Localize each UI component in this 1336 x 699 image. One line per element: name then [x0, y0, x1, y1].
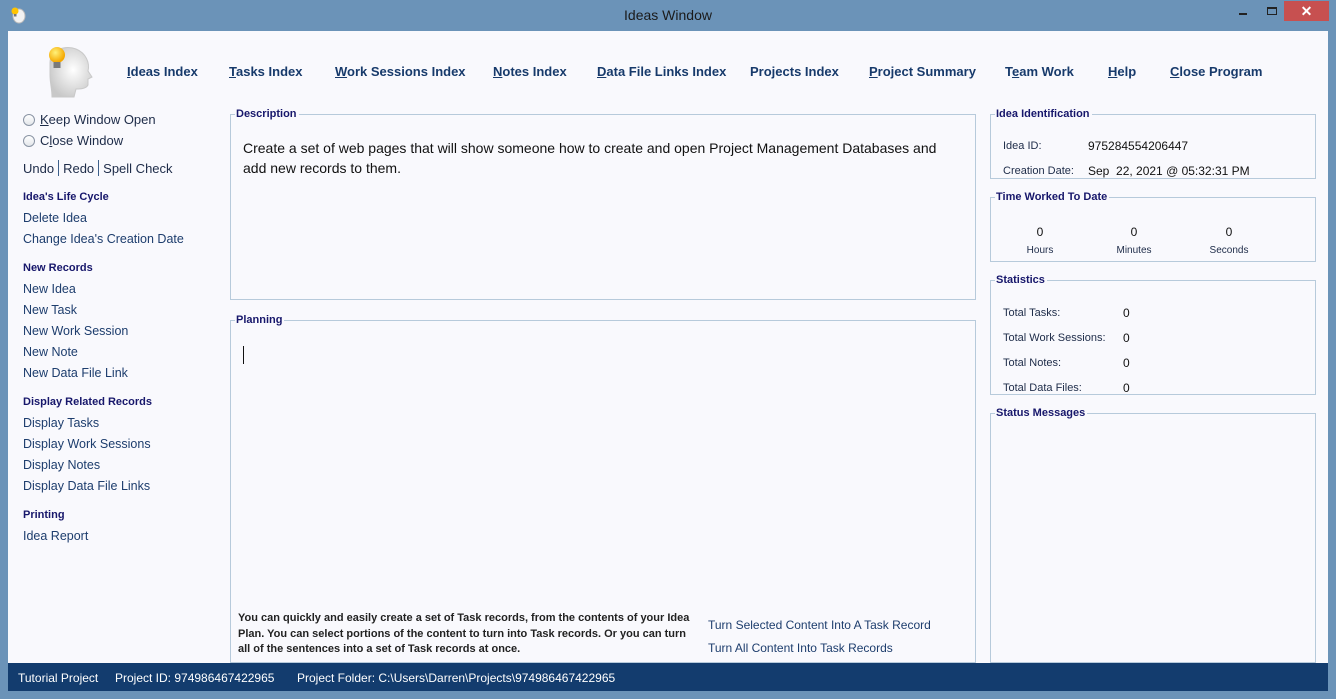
total-work-sessions-label: Total Work Sessions:: [1003, 332, 1106, 344]
delete-idea-link[interactable]: Delete Idea: [23, 208, 223, 229]
nav-ideas-index[interactable]: Ideas Index: [127, 64, 198, 79]
title-bar[interactable]: Ideas Window ✕: [0, 0, 1336, 31]
creation-date-label: Creation Date:: [1003, 165, 1074, 177]
total-tasks-label: Total Tasks:: [1003, 307, 1061, 319]
total-notes-label: Total Notes:: [1003, 357, 1062, 369]
idea-report-link[interactable]: Idea Report: [23, 526, 223, 547]
change-creation-date-link[interactable]: Change Idea's Creation Date: [23, 229, 223, 250]
nav-projects-index[interactable]: Projects Index: [750, 64, 839, 79]
planning-legend: Planning: [236, 314, 283, 326]
maximize-icon: [1267, 7, 1277, 15]
nav-tasks-index[interactable]: Tasks Index: [229, 64, 302, 79]
nav-team-work[interactable]: Team Work: [1005, 64, 1074, 79]
minimize-icon: [1239, 13, 1247, 15]
new-idea-link[interactable]: New Idea: [23, 279, 223, 300]
radio-icon[interactable]: [23, 113, 35, 126]
sidebar: Keep Window Open Close Window Undo Redo …: [23, 109, 223, 547]
idea-identification-group: Idea Identification Idea ID: 97528455420…: [990, 108, 1316, 179]
status-messages-area: [997, 433, 1309, 656]
close-button[interactable]: ✕: [1284, 1, 1329, 21]
time-worked-legend: Time Worked To Date: [996, 191, 1108, 203]
total-work-sessions-value: 0: [1123, 331, 1130, 345]
display-notes-link[interactable]: Display Notes: [23, 455, 223, 476]
description-legend: Description: [236, 108, 297, 120]
display-work-sessions-link[interactable]: Display Work Sessions: [23, 434, 223, 455]
edit-actions: Undo Redo Spell Check: [23, 157, 223, 179]
nav-help[interactable]: Help: [1108, 64, 1136, 79]
new-work-session-link[interactable]: New Work Session: [23, 321, 223, 342]
new-note-link[interactable]: New Note: [23, 342, 223, 363]
status-messages-group: Status Messages: [990, 407, 1316, 663]
display-data-file-links-link[interactable]: Display Data File Links: [23, 476, 223, 497]
total-data-files-value: 0: [1123, 381, 1130, 395]
minutes-label: Minutes: [1116, 245, 1152, 256]
nav-data-file-links-index[interactable]: Data File Links Index: [597, 64, 726, 79]
section-heading-display-related: Display Related Records: [23, 396, 152, 408]
close-window-radio[interactable]: Close Window: [23, 130, 223, 151]
total-tasks-value: 0: [1123, 306, 1130, 320]
planning-help-text: You can quickly and easily create a set …: [238, 612, 690, 655]
maximize-button[interactable]: [1259, 1, 1285, 21]
section-heading-life-cycle: Idea's Life Cycle: [23, 191, 109, 203]
total-data-files-label: Total Data Files:: [1003, 382, 1082, 394]
statistics-legend: Statistics: [996, 274, 1045, 286]
total-notes-value: 0: [1123, 356, 1130, 370]
section-heading-new-records: New Records: [23, 262, 93, 274]
client-area: Ideas Index Tasks Index Work Sessions In…: [8, 31, 1328, 663]
description-group: Description Create a set of web pages th…: [230, 108, 976, 300]
project-id: Project ID: 974986467422965: [115, 671, 275, 685]
window-title: Ideas Window: [624, 7, 712, 23]
planning-group: Planning You can quickly and easily crea…: [230, 314, 976, 663]
project-name: Tutorial Project: [18, 671, 99, 685]
creation-date-value: Sep 22, 2021 @ 05:32:31 PM: [1088, 164, 1250, 178]
divider: [58, 160, 60, 176]
turn-selected-into-task-link[interactable]: Turn Selected Content Into A Task Record: [708, 618, 931, 632]
redo-link[interactable]: Redo: [63, 161, 94, 176]
nav-close-program[interactable]: Close Program: [1170, 64, 1262, 79]
hours-value: 0: [1036, 225, 1044, 239]
spell-check-link[interactable]: Spell Check: [103, 161, 172, 176]
time-worked-group: Time Worked To Date 0 Hours 0 Minutes 0 …: [990, 191, 1316, 262]
project-folder: Project Folder: C:\Users\Darren\Projects…: [297, 671, 616, 685]
new-task-link[interactable]: New Task: [23, 300, 223, 321]
divider: [98, 160, 100, 176]
close-icon: ✕: [1300, 2, 1313, 19]
section-heading-printing: Printing: [23, 509, 65, 521]
status-bar: Tutorial Project Project ID: 97498646742…: [8, 663, 1328, 691]
nav-notes-index[interactable]: Notes Index: [493, 64, 567, 79]
new-data-file-link-link[interactable]: New Data File Link: [23, 363, 223, 384]
idea-id-value: 975284554206447: [1088, 139, 1189, 153]
turn-all-into-tasks-link[interactable]: Turn All Content Into Task Records: [708, 641, 893, 655]
ideas-logo-icon: [49, 47, 93, 98]
radio-label: Keep Window Open: [40, 112, 156, 127]
radio-label: Close Window: [40, 133, 124, 148]
planning-textarea[interactable]: [231, 326, 975, 596]
nav-project-summary[interactable]: Project Summary: [869, 64, 976, 79]
seconds-value: 0: [1225, 225, 1233, 239]
minimize-button[interactable]: [1230, 1, 1256, 21]
nav-work-sessions-index[interactable]: Work Sessions Index: [335, 64, 466, 79]
status-messages-legend: Status Messages: [996, 407, 1086, 419]
display-tasks-link[interactable]: Display Tasks: [23, 413, 223, 434]
statistics-group: Statistics Total Tasks: 0 Total Work Ses…: [990, 274, 1316, 395]
undo-link[interactable]: Undo: [23, 161, 54, 176]
idea-identification-legend: Idea Identification: [996, 108, 1090, 120]
seconds-label: Seconds: [1209, 245, 1249, 256]
description-textarea[interactable]: Create a set of web pages that will show…: [243, 139, 955, 178]
radio-icon[interactable]: [23, 134, 35, 147]
idea-id-label: Idea ID:: [1003, 140, 1042, 152]
keep-window-open-radio[interactable]: Keep Window Open: [23, 109, 223, 130]
text-cursor: [243, 346, 244, 364]
minutes-value: 0: [1130, 225, 1138, 239]
hours-label: Hours: [1026, 245, 1054, 256]
